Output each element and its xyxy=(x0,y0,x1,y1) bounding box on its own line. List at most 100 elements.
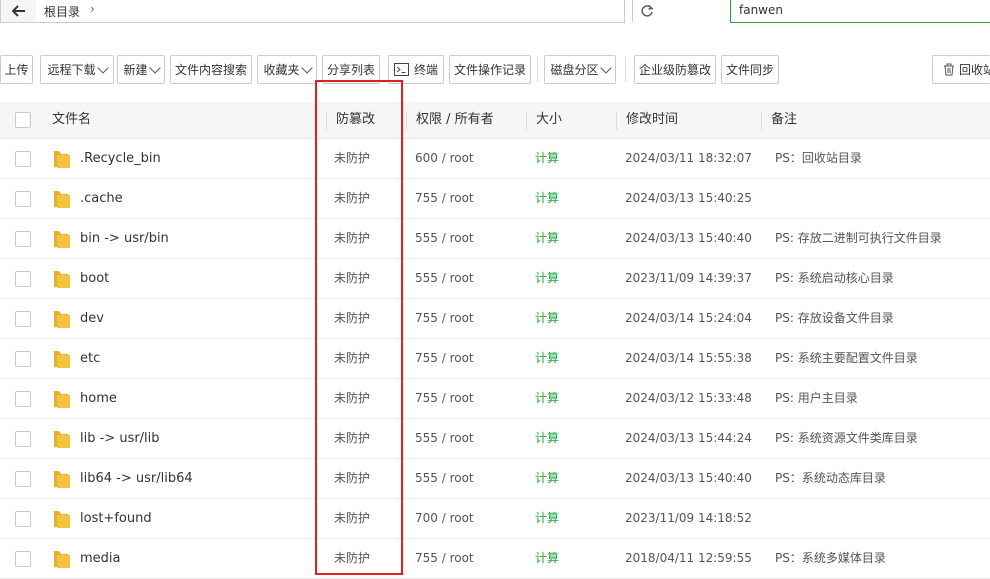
disk-partition-button[interactable]: 磁盘分区 xyxy=(544,55,616,84)
permission-owner[interactable]: 755 / root xyxy=(415,299,474,338)
size-calculate-link[interactable]: 计算 xyxy=(535,259,559,298)
column-header-perm[interactable]: 权限 / 所有者 xyxy=(416,102,494,138)
protect-status[interactable]: 未防护 xyxy=(334,379,370,418)
row-checkbox[interactable] xyxy=(15,431,31,447)
column-header-note[interactable]: 备注 xyxy=(771,102,797,138)
note-text[interactable]: PS：回收站目录 xyxy=(775,139,862,178)
size-calculate-link[interactable]: 计算 xyxy=(535,499,559,538)
upload-button[interactable]: 上传 xyxy=(0,55,33,84)
file-name[interactable]: lib -> usr/lib xyxy=(80,419,160,458)
row-checkbox[interactable] xyxy=(15,551,31,567)
column-header-size[interactable]: 大小 xyxy=(536,102,562,138)
select-all-checkbox[interactable] xyxy=(15,112,31,128)
size-calculate-link[interactable]: 计算 xyxy=(535,179,559,218)
file-operation-log-button[interactable]: 文件操作记录 xyxy=(449,55,531,84)
size-calculate-link[interactable]: 计算 xyxy=(535,139,559,178)
protect-status[interactable]: 未防护 xyxy=(334,259,370,298)
protect-status[interactable]: 未防护 xyxy=(334,299,370,338)
note-text[interactable]: PS: 系统主要配置文件目录 xyxy=(775,339,918,378)
file-name[interactable]: etc xyxy=(80,339,100,378)
protect-status[interactable]: 未防护 xyxy=(334,219,370,258)
file-name[interactable]: bin -> usr/bin xyxy=(80,219,169,258)
permission-owner[interactable]: 700 / root xyxy=(415,499,474,538)
permission-owner[interactable]: 755 / root xyxy=(415,339,474,378)
note-text[interactable]: PS: 用户主目录 xyxy=(775,379,858,418)
search-field[interactable] xyxy=(730,0,990,23)
back-button[interactable] xyxy=(0,0,38,23)
favorites-button[interactable]: 收藏夹 xyxy=(257,55,317,84)
row-checkbox[interactable] xyxy=(15,391,31,407)
protect-status[interactable]: 未防护 xyxy=(334,499,370,538)
table-row[interactable]: .cache 未防护 755 / root 计算 2024/03/13 15:4… xyxy=(0,179,990,219)
table-row[interactable]: lost+found 未防护 700 / root 计算 2023/11/09 … xyxy=(0,499,990,539)
column-header-protect[interactable]: 防篡改 xyxy=(336,102,375,138)
enterprise-tamper-proof-button[interactable]: 企业级防篡改 xyxy=(634,55,716,84)
file-name[interactable]: lib64 -> usr/lib64 xyxy=(80,459,193,498)
note-text[interactable]: PS：系统动态库目录 xyxy=(775,459,886,498)
permission-owner[interactable]: 555 / root xyxy=(415,459,474,498)
permission-owner[interactable]: 755 / root xyxy=(415,179,474,218)
permission-owner[interactable]: 555 / root xyxy=(415,419,474,458)
refresh-button[interactable] xyxy=(632,0,661,22)
row-checkbox[interactable] xyxy=(15,311,31,327)
table-row[interactable]: media 未防护 755 / root 计算 2018/04/11 12:59… xyxy=(0,539,990,579)
file-name[interactable]: media xyxy=(80,539,121,578)
column-header-name[interactable]: 文件名 xyxy=(52,102,91,138)
file-name[interactable]: home xyxy=(80,379,117,418)
table-row[interactable]: lib64 -> usr/lib64 未防护 555 / root 计算 202… xyxy=(0,459,990,499)
table-row[interactable]: etc 未防护 755 / root 计算 2024/03/14 15:55:3… xyxy=(0,339,990,379)
permission-owner[interactable]: 555 / root xyxy=(415,219,474,258)
size-calculate-link[interactable]: 计算 xyxy=(535,339,559,378)
remote-download-button[interactable]: 远程下载 xyxy=(40,55,114,84)
protect-status[interactable]: 未防护 xyxy=(334,459,370,498)
breadcrumb-root[interactable]: 根目录 xyxy=(44,3,80,20)
permission-owner[interactable]: 755 / root xyxy=(415,379,474,418)
search-input[interactable] xyxy=(731,0,979,20)
note-text[interactable]: PS: 存放设备文件目录 xyxy=(775,299,894,338)
row-checkbox[interactable] xyxy=(15,191,31,207)
column-header-mtime[interactable]: 修改时间 xyxy=(626,102,678,138)
note-text[interactable]: PS: 存放二进制可执行文件目录 xyxy=(775,219,942,258)
file-name[interactable]: lost+found xyxy=(80,499,152,538)
size-calculate-link[interactable]: 计算 xyxy=(535,219,559,258)
file-sync-button[interactable]: 文件同步 xyxy=(721,55,779,84)
table-row[interactable]: .Recycle_bin 未防护 600 / root 计算 2024/03/1… xyxy=(0,139,990,179)
note-text[interactable]: PS：系统多媒体目录 xyxy=(775,539,886,578)
note-text[interactable]: PS: 系统启动核心目录 xyxy=(775,259,894,298)
permission-owner[interactable]: 555 / root xyxy=(415,259,474,298)
table-row[interactable]: home 未防护 755 / root 计算 2024/03/12 15:33:… xyxy=(0,379,990,419)
row-checkbox[interactable] xyxy=(15,231,31,247)
content-search-button[interactable]: 文件内容搜索 xyxy=(170,55,252,84)
protect-status[interactable]: 未防护 xyxy=(334,139,370,178)
protect-status[interactable]: 未防护 xyxy=(334,539,370,578)
size-calculate-link[interactable]: 计算 xyxy=(535,379,559,418)
permission-owner[interactable]: 755 / root xyxy=(415,539,474,578)
table-row[interactable]: dev 未防护 755 / root 计算 2024/03/14 15:24:0… xyxy=(0,299,990,339)
size-calculate-link[interactable]: 计算 xyxy=(535,299,559,338)
size-calculate-link[interactable]: 计算 xyxy=(535,419,559,458)
terminal-button[interactable]: 终端 xyxy=(388,55,444,84)
protect-status[interactable]: 未防护 xyxy=(334,179,370,218)
size-calculate-link[interactable]: 计算 xyxy=(535,539,559,578)
protect-status[interactable]: 未防护 xyxy=(334,419,370,458)
breadcrumb[interactable]: 根目录 › xyxy=(36,0,654,23)
row-checkbox[interactable] xyxy=(15,351,31,367)
recycle-bin-button[interactable]: 回收站 xyxy=(932,55,990,84)
protect-status[interactable]: 未防护 xyxy=(334,339,370,378)
new-button[interactable]: 新建 xyxy=(117,55,165,84)
row-checkbox[interactable] xyxy=(15,271,31,287)
permission-owner[interactable]: 600 / root xyxy=(415,139,474,178)
row-checkbox[interactable] xyxy=(15,511,31,527)
row-checkbox[interactable] xyxy=(15,151,31,167)
file-name[interactable]: .cache xyxy=(80,179,123,218)
share-list-button[interactable]: 分享列表 xyxy=(322,55,380,84)
file-name[interactable]: dev xyxy=(80,299,104,338)
table-row[interactable]: boot 未防护 555 / root 计算 2023/11/09 14:39:… xyxy=(0,259,990,299)
size-calculate-link[interactable]: 计算 xyxy=(535,459,559,498)
table-row[interactable]: bin -> usr/bin 未防护 555 / root 计算 2024/03… xyxy=(0,219,990,259)
note-text[interactable]: PS: 系统资源文件类库目录 xyxy=(775,419,918,458)
file-name[interactable]: .Recycle_bin xyxy=(80,139,161,178)
file-name[interactable]: boot xyxy=(80,259,109,298)
row-checkbox[interactable] xyxy=(15,471,31,487)
table-row[interactable]: lib -> usr/lib 未防护 555 / root 计算 2024/03… xyxy=(0,419,990,459)
